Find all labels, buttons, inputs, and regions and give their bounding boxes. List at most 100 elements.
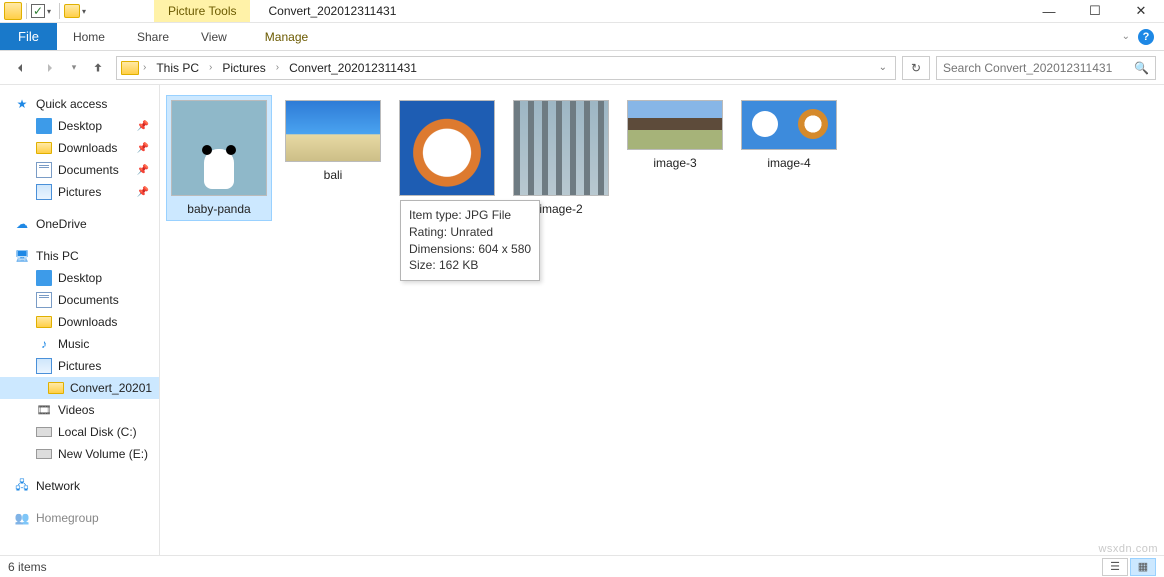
tree-label: Pictures <box>58 185 101 199</box>
history-dropdown-icon[interactable]: ▾ <box>68 56 80 80</box>
file-item[interactable]: baby-panda <box>166 95 272 221</box>
tooltip-line: Size: 162 KB <box>409 257 531 274</box>
thumbnail <box>513 100 609 196</box>
tree-homegroup[interactable]: 👥 Homegroup <box>0 507 159 529</box>
docs-icon <box>36 292 52 308</box>
tree-item[interactable]: Pictures 📌 <box>0 181 159 203</box>
file-tab[interactable]: File <box>0 23 57 50</box>
file-label: image-4 <box>767 156 810 170</box>
thumbnail <box>627 100 723 150</box>
minimize-button[interactable]: — <box>1026 0 1072 22</box>
thumbnail <box>285 100 381 162</box>
help-icon[interactable]: ? <box>1138 29 1154 45</box>
ribbon-collapse-icon[interactable]: ⌄ <box>1122 31 1130 42</box>
tree-label: Music <box>58 337 89 351</box>
drive-icon <box>36 449 52 459</box>
tab-share[interactable]: Share <box>121 23 185 50</box>
qat-dropdown-icon[interactable]: ▾ <box>47 7 55 16</box>
forward-button[interactable] <box>38 56 62 80</box>
star-icon: ★ <box>14 96 30 112</box>
crumb-this-pc[interactable]: This PC <box>150 61 205 75</box>
tree-item[interactable]: ♪Music <box>0 333 159 355</box>
pc-icon: 🖥 <box>14 248 30 264</box>
folder-icon <box>36 316 52 328</box>
tree-item[interactable]: Desktop <box>0 267 159 289</box>
pin-icon: 📌 <box>137 165 149 176</box>
tree-label: Pictures <box>58 359 101 373</box>
content-pane[interactable]: baby-pandabaliimage-1image-2image-3image… <box>160 85 1164 555</box>
tree-item[interactable]: Downloads <box>0 311 159 333</box>
tab-manage[interactable]: Manage <box>249 23 324 50</box>
tab-home[interactable]: Home <box>57 23 121 50</box>
tree-item[interactable]: Local Disk (C:) <box>0 421 159 443</box>
tree-quick-access[interactable]: ★ Quick access <box>0 93 159 115</box>
desktop-icon <box>36 270 52 286</box>
tree-item[interactable]: Pictures <box>0 355 159 377</box>
search-input[interactable] <box>943 61 1134 75</box>
search-icon: 🔍 <box>1134 61 1149 75</box>
address-dropdown-icon[interactable]: ⌄ <box>879 62 887 73</box>
tree-label: Convert_20201 <box>70 381 152 395</box>
file-label: image-3 <box>653 156 696 170</box>
tree-item[interactable]: Documents 📌 <box>0 159 159 181</box>
tree-label: Quick access <box>36 97 107 111</box>
address-folder-icon <box>121 61 139 75</box>
tree-item[interactable]: Documents <box>0 289 159 311</box>
window-title: Convert_202012311431 <box>250 0 414 22</box>
crumb-current[interactable]: Convert_202012311431 <box>283 61 423 75</box>
address-bar[interactable]: › This PC › Pictures › Convert_202012311… <box>116 56 896 80</box>
tree-label: Videos <box>58 403 94 417</box>
qat-customize-icon[interactable]: ▾ <box>82 7 90 16</box>
file-item[interactable]: image-3 <box>622 95 728 175</box>
quick-access-toolbar: ✓ ▾ ▾ <box>0 0 94 22</box>
app-folder-icon <box>4 2 22 20</box>
status-bar: 6 items ☰ ▦ <box>0 555 1164 577</box>
back-button[interactable] <box>8 56 32 80</box>
view-details-button[interactable]: ☰ <box>1102 558 1128 576</box>
pin-icon: 📌 <box>137 121 149 132</box>
maximize-button[interactable]: ☐ <box>1072 0 1118 22</box>
tree-item[interactable]: 🎞 Videos <box>0 399 159 421</box>
file-label: image-2 <box>539 202 582 216</box>
tree-label: Homegroup <box>36 511 99 525</box>
status-count: 6 items <box>8 560 47 574</box>
tooltip-line: Item type: JPG File <box>409 207 531 224</box>
tree-this-pc[interactable]: 🖥This PC <box>0 245 159 267</box>
qat-properties-icon[interactable]: ✓ <box>31 4 45 18</box>
docs-icon <box>36 162 52 178</box>
tree-label: Downloads <box>58 315 117 329</box>
thumbnail <box>171 100 267 196</box>
folder-icon <box>48 382 64 394</box>
file-tooltip: Item type: JPG File Rating: Unrated Dime… <box>400 200 540 281</box>
tree-current-folder[interactable]: Convert_20201 <box>0 377 159 399</box>
tree-item[interactable]: New Volume (E:) <box>0 443 159 465</box>
file-label: baby-panda <box>187 202 250 216</box>
crumb-pictures[interactable]: Pictures <box>216 61 271 75</box>
homegroup-icon: 👥 <box>14 510 30 526</box>
file-item[interactable]: bali <box>280 95 386 187</box>
navigation-tree[interactable]: ★Quick access Desktop📌Downloads📌Document… <box>0 85 160 555</box>
tree-label: Desktop <box>58 119 102 133</box>
search-box[interactable]: 🔍 <box>936 56 1156 80</box>
up-button[interactable] <box>86 56 110 80</box>
video-icon: 🎞 <box>36 402 52 418</box>
file-item[interactable]: image-4 <box>736 95 842 175</box>
tree-label: Documents <box>58 163 119 177</box>
tree-label: Local Disk (C:) <box>58 425 137 439</box>
tree-label: New Volume (E:) <box>58 447 148 461</box>
close-button[interactable]: ✕ <box>1118 0 1164 22</box>
refresh-button[interactable]: ↻ <box>902 56 930 80</box>
qat-newfolder-icon[interactable] <box>64 4 80 18</box>
tree-onedrive[interactable]: ☁OneDrive <box>0 213 159 235</box>
tree-label: Network <box>36 479 80 493</box>
tree-network[interactable]: 🖧Network <box>0 475 159 497</box>
tab-view[interactable]: View <box>185 23 243 50</box>
tree-item[interactable]: Downloads📌 <box>0 137 159 159</box>
pin-icon: 📌 <box>137 143 149 154</box>
view-large-icons-button[interactable]: ▦ <box>1130 558 1156 576</box>
tree-item[interactable]: Desktop 📌 <box>0 115 159 137</box>
drive-icon <box>36 427 52 437</box>
folder-icon <box>36 142 52 154</box>
pin-icon: 📌 <box>137 187 149 198</box>
tooltip-line: Rating: Unrated <box>409 224 531 241</box>
